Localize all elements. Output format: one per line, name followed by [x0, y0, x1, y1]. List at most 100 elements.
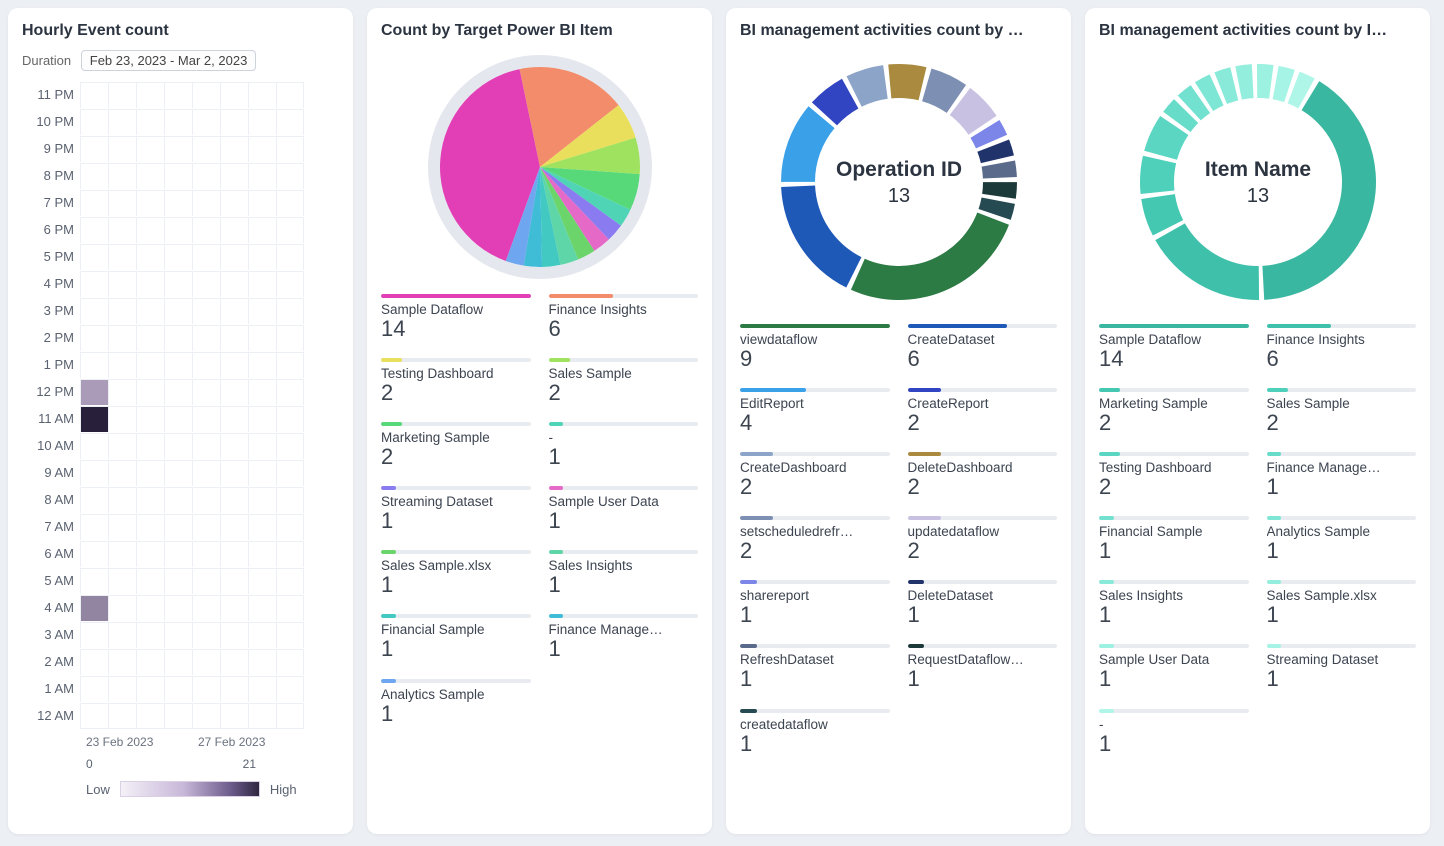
heatmap-cell[interactable]: [108, 487, 136, 513]
heatmap-cell[interactable]: [80, 568, 108, 594]
heatmap-cell[interactable]: [136, 217, 164, 243]
heatmap-cell[interactable]: [108, 649, 136, 675]
heatmap-cell[interactable]: [108, 433, 136, 459]
heatmap-cell[interactable]: [136, 163, 164, 189]
legend-item[interactable]: Finance Manage…1: [549, 614, 699, 660]
heatmap-cell[interactable]: [164, 622, 192, 648]
legend-item[interactable]: Testing Dashboard2: [1099, 452, 1249, 498]
heatmap-cell[interactable]: [248, 379, 276, 405]
heatmap-cell[interactable]: [192, 433, 220, 459]
heatmap-cell[interactable]: [248, 217, 276, 243]
heatmap-cell[interactable]: [220, 271, 248, 297]
heatmap-cell[interactable]: [80, 514, 108, 540]
heatmap-cell[interactable]: [276, 352, 304, 378]
heatmap-cell[interactable]: [108, 217, 136, 243]
heatmap-cell[interactable]: [192, 136, 220, 162]
heatmap-cell[interactable]: [164, 676, 192, 702]
heatmap-cell[interactable]: [248, 568, 276, 594]
heatmap-cell[interactable]: [108, 406, 136, 432]
heatmap-cell[interactable]: [248, 271, 276, 297]
heatmap-cell[interactable]: [276, 676, 304, 702]
heatmap-cell[interactable]: [276, 622, 304, 648]
heatmap-cell[interactable]: [164, 298, 192, 324]
heatmap-cell[interactable]: [108, 460, 136, 486]
heatmap-cell[interactable]: [248, 514, 276, 540]
legend-item[interactable]: Analytics Sample1: [381, 679, 531, 725]
heatmap-cell[interactable]: [136, 568, 164, 594]
heatmap-cell[interactable]: [248, 298, 276, 324]
heatmap-cell[interactable]: [220, 109, 248, 135]
heatmap-cell[interactable]: [80, 595, 108, 621]
heatmap[interactable]: 11 PM10 PM9 PM8 PM7 PM6 PM5 PM4 PM3 PM2 …: [22, 81, 339, 729]
legend-item[interactable]: Sample Dataflow14: [1099, 324, 1249, 370]
heatmap-cell[interactable]: [192, 163, 220, 189]
heatmap-cell[interactable]: [220, 595, 248, 621]
heatmap-cell[interactable]: [248, 433, 276, 459]
heatmap-cell[interactable]: [80, 109, 108, 135]
heatmap-cell[interactable]: [220, 190, 248, 216]
heatmap-cell[interactable]: [80, 136, 108, 162]
legend-item[interactable]: createdataflow1: [740, 709, 890, 755]
heatmap-cell[interactable]: [164, 136, 192, 162]
heatmap-cell[interactable]: [192, 541, 220, 567]
heatmap-cell[interactable]: [80, 352, 108, 378]
heatmap-cell[interactable]: [136, 541, 164, 567]
heatmap-cell[interactable]: [192, 190, 220, 216]
legend-item[interactable]: Streaming Dataset1: [1267, 644, 1417, 690]
legend-item[interactable]: Sales Sample.xlsx1: [1267, 580, 1417, 626]
heatmap-cell[interactable]: [248, 460, 276, 486]
legend-item[interactable]: RequestDataflow…1: [908, 644, 1058, 690]
heatmap-cell[interactable]: [108, 163, 136, 189]
legend-item[interactable]: setscheduledrefr…2: [740, 516, 890, 562]
legend-item[interactable]: Finance Insights6: [1267, 324, 1417, 370]
heatmap-cell[interactable]: [164, 514, 192, 540]
heatmap-cell[interactable]: [276, 271, 304, 297]
legend-item[interactable]: Sample User Data1: [549, 486, 699, 532]
heatmap-cell[interactable]: [108, 136, 136, 162]
heatmap-cell[interactable]: [220, 379, 248, 405]
legend-item[interactable]: Finance Manage…1: [1267, 452, 1417, 498]
heatmap-cell[interactable]: [136, 622, 164, 648]
heatmap-cell[interactable]: [108, 514, 136, 540]
legend-item[interactable]: Testing Dashboard2: [381, 358, 531, 404]
heatmap-cell[interactable]: [276, 541, 304, 567]
heatmap-cell[interactable]: [276, 649, 304, 675]
heatmap-cell[interactable]: [136, 136, 164, 162]
heatmap-cell[interactable]: [192, 271, 220, 297]
heatmap-cell[interactable]: [136, 460, 164, 486]
heatmap-cell[interactable]: [136, 379, 164, 405]
heatmap-cell[interactable]: [108, 271, 136, 297]
heatmap-cell[interactable]: [192, 595, 220, 621]
heatmap-cell[interactable]: [80, 271, 108, 297]
heatmap-cell[interactable]: [220, 568, 248, 594]
heatmap-cell[interactable]: [164, 352, 192, 378]
heatmap-cell[interactable]: [192, 217, 220, 243]
heatmap-cell[interactable]: [164, 595, 192, 621]
heatmap-cell[interactable]: [80, 163, 108, 189]
heatmap-cell[interactable]: [80, 82, 108, 108]
heatmap-cell[interactable]: [80, 676, 108, 702]
heatmap-cell[interactable]: [220, 487, 248, 513]
heatmap-cell[interactable]: [80, 217, 108, 243]
chart-slice[interactable]: [888, 64, 926, 100]
heatmap-cell[interactable]: [192, 325, 220, 351]
heatmap-cell[interactable]: [276, 433, 304, 459]
heatmap-cell[interactable]: [248, 325, 276, 351]
heatmap-cell[interactable]: [164, 541, 192, 567]
heatmap-cell[interactable]: [80, 649, 108, 675]
heatmap-cell[interactable]: [248, 244, 276, 270]
heatmap-cell[interactable]: [276, 406, 304, 432]
heatmap-cell[interactable]: [220, 406, 248, 432]
heatmap-cell[interactable]: [192, 514, 220, 540]
legend-item[interactable]: Sales Sample2: [549, 358, 699, 404]
heatmap-cell[interactable]: [220, 325, 248, 351]
heatmap-cell[interactable]: [220, 82, 248, 108]
heatmap-cell[interactable]: [80, 406, 108, 432]
heatmap-cell[interactable]: [276, 298, 304, 324]
heatmap-cell[interactable]: [220, 676, 248, 702]
heatmap-cell[interactable]: [220, 541, 248, 567]
legend-item[interactable]: Analytics Sample1: [1267, 516, 1417, 562]
heatmap-cell[interactable]: [164, 244, 192, 270]
heatmap-cell[interactable]: [80, 622, 108, 648]
legend-item[interactable]: CreateReport2: [908, 388, 1058, 434]
